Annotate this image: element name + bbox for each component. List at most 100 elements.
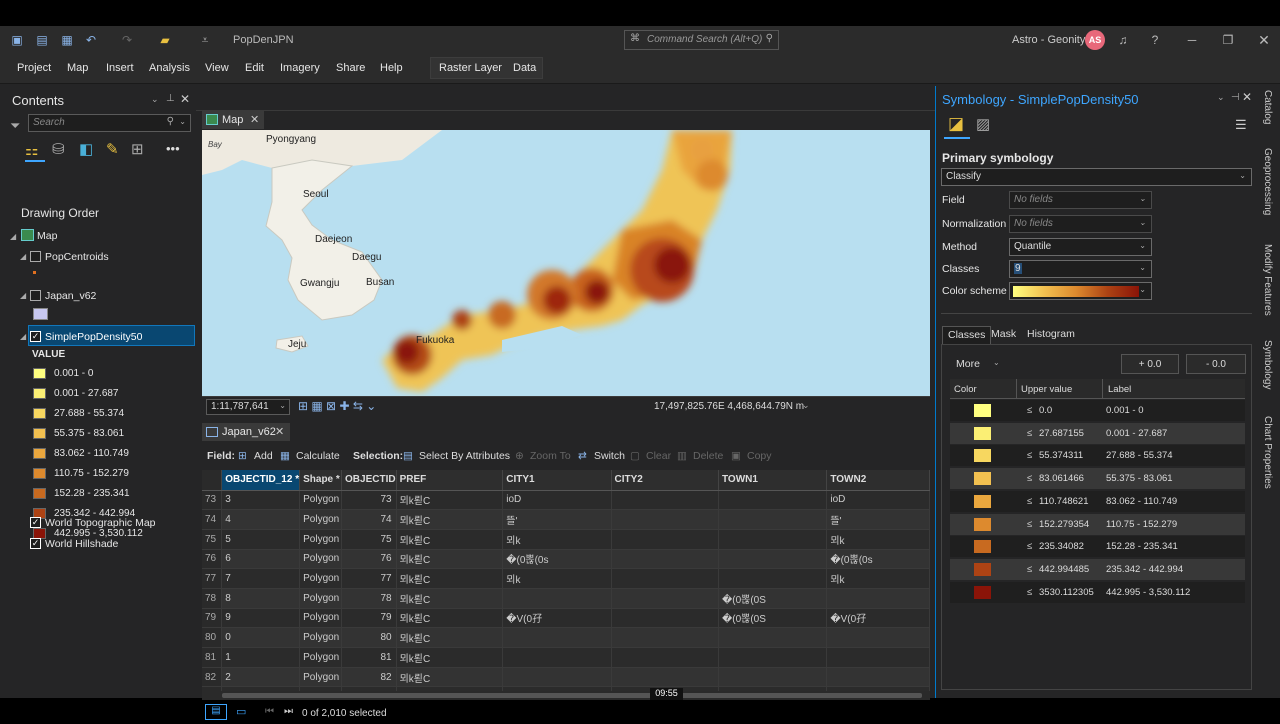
table-cell[interactable]: [718, 549, 828, 570]
undo-icon[interactable]: ↶: [84, 33, 98, 47]
class-label[interactable]: 442.995 - 3,530.112: [1106, 587, 1190, 598]
table-cell[interactable]: [611, 549, 719, 570]
scrollbar-thumb[interactable]: [222, 693, 922, 698]
class-color-swatch[interactable]: [974, 404, 991, 417]
table-cell[interactable]: 5: [221, 529, 301, 550]
table-cell[interactable]: 74: [341, 509, 397, 530]
table-cell[interactable]: Polygon: [299, 568, 343, 589]
row-number[interactable]: 77: [202, 568, 223, 589]
class-label[interactable]: 0.001 - 27.687: [1106, 428, 1167, 439]
table-cell[interactable]: 9: [221, 608, 301, 629]
table-cell[interactable]: 뫼k뢷C: [396, 490, 504, 511]
layer-visibility-checkbox[interactable]: ✓: [30, 331, 41, 342]
table-cell[interactable]: 1: [221, 647, 301, 668]
table-cell[interactable]: 6: [221, 549, 301, 570]
delete-button[interactable]: Delete: [693, 450, 723, 462]
table-cell[interactable]: 79: [341, 608, 397, 629]
symbology-tab[interactable]: Symbology: [1262, 340, 1273, 389]
table-cell[interactable]: Polygon: [299, 667, 343, 688]
chevron-down-icon[interactable]: ⌄: [179, 117, 186, 126]
table-cell[interactable]: [718, 529, 828, 550]
row-number[interactable]: 79: [202, 608, 223, 629]
map-canvas[interactable]: Pyongyang Seoul Daejeon Daegu Gwangju Bu…: [202, 130, 930, 396]
tab-insert[interactable]: Insert: [106, 62, 134, 74]
copy-button[interactable]: Copy: [747, 450, 772, 462]
last-record-icon[interactable]: ⏭: [284, 706, 293, 717]
new-project-icon[interactable]: ▣: [10, 33, 24, 47]
map-tools-icons[interactable]: ⊞ ▦ ⊠ ✚ ⇆ ⌄: [298, 399, 376, 413]
table-cell[interactable]: [718, 568, 828, 589]
chevron-down-icon[interactable]: ⌄: [802, 400, 810, 411]
open-project-icon[interactable]: ▤: [35, 33, 49, 47]
table-cell[interactable]: 80: [341, 627, 397, 648]
list-by-snapping-icon[interactable]: ⊞: [131, 140, 144, 158]
class-row[interactable]: ≤110.748621 83.062 - 110.749: [950, 490, 1245, 512]
subtract-value-button[interactable]: - 0.0: [1186, 354, 1246, 374]
minimize-icon[interactable]: ─: [1183, 31, 1201, 49]
table-cell[interactable]: 75: [341, 529, 397, 550]
switch-selection-button[interactable]: Switch: [594, 450, 625, 462]
clear-icon[interactable]: ▢: [630, 450, 640, 462]
legend-swatch[interactable]: [33, 388, 46, 399]
table-cell[interactable]: Polygon: [299, 588, 343, 609]
column-header[interactable]: CITY1: [502, 470, 612, 491]
class-upper-value[interactable]: 55.374311: [1039, 450, 1083, 461]
table-row[interactable]: 76 6 Polygon 76 뫼k뢷C �(0뽆(0s �(0뽆(0s: [202, 549, 930, 570]
tab-share[interactable]: Share: [336, 62, 365, 74]
layer-world-topographic[interactable]: World Topographic Map: [45, 517, 156, 529]
layer-visibility-checkbox[interactable]: [30, 251, 41, 262]
menu-icon[interactable]: ☰: [1235, 117, 1247, 133]
geoprocessing-tab[interactable]: Geoprocessing: [1262, 148, 1273, 215]
table-cell[interactable]: 73: [341, 490, 397, 511]
class-color-swatch[interactable]: [974, 472, 991, 486]
column-header[interactable]: TOWN1: [718, 470, 828, 491]
class-label[interactable]: 0.001 - 0: [1106, 405, 1144, 416]
tab-project[interactable]: Project: [17, 62, 51, 74]
table-cell[interactable]: Polygon: [299, 490, 343, 511]
table-row[interactable]: 73 3 Polygon 73 뫼k뢷C ioD ioD: [202, 490, 930, 511]
table-row[interactable]: 81 1 Polygon 81 뫼k뢷C: [202, 647, 930, 668]
table-cell[interactable]: 0: [221, 627, 301, 648]
tab-histogram[interactable]: Histogram: [1022, 326, 1080, 344]
collapse-icon[interactable]: ◢: [20, 332, 26, 341]
class-upper-value[interactable]: 3530.112305: [1039, 587, 1094, 598]
horizontal-scrollbar[interactable]: [202, 691, 930, 700]
table-cell[interactable]: 뜰': [502, 509, 612, 530]
column-header[interactable]: OBJECTID: [341, 470, 397, 491]
table-cell[interactable]: [718, 490, 828, 511]
customize-icon[interactable]: ⩡: [198, 33, 212, 47]
legend-swatch[interactable]: [33, 488, 46, 499]
layer-visibility-checkbox[interactable]: [30, 290, 41, 301]
auto-hide-icon[interactable]: ⊣: [1231, 92, 1240, 103]
class-label[interactable]: 55.375 - 83.061: [1106, 473, 1173, 484]
table-cell[interactable]: Polygon: [299, 529, 343, 550]
table-cell[interactable]: [826, 667, 930, 688]
search-icon[interactable]: ⚲: [766, 33, 773, 44]
row-number[interactable]: 75: [202, 529, 223, 550]
calculator-icon[interactable]: ▦: [280, 450, 290, 462]
class-upper-value[interactable]: 0.0: [1039, 405, 1052, 416]
layer-simplepopdensity[interactable]: SimplePopDensity50: [45, 331, 142, 343]
pane-options-icon[interactable]: ⌄: [1217, 92, 1225, 103]
chevron-down-icon[interactable]: ⌄: [993, 358, 1000, 367]
table-cell[interactable]: [611, 568, 719, 589]
table-cell[interactable]: 뫼k뢷C: [396, 568, 504, 589]
table-cell[interactable]: Polygon: [299, 647, 343, 668]
table-cell[interactable]: [611, 647, 719, 668]
row-number[interactable]: 73: [202, 490, 223, 511]
table-cell[interactable]: 8: [221, 588, 301, 609]
filter-icon[interactable]: ⏷: [10, 118, 20, 134]
close-tab-icon[interactable]: ✕: [250, 113, 259, 126]
tab-edit[interactable]: Edit: [245, 62, 264, 74]
collapse-icon[interactable]: ◢: [20, 252, 26, 261]
catalog-tab[interactable]: Catalog: [1262, 90, 1273, 124]
copy-icon[interactable]: ▣: [731, 450, 741, 462]
table-row[interactable]: 75 5 Polygon 75 뫼k뢷C 뫼k 뫼k: [202, 529, 930, 550]
table-cell[interactable]: [718, 509, 828, 530]
attribute-grid[interactable]: OBJECTID_12 * Shape * OBJECTID PREF CITY…: [202, 470, 930, 691]
show-selected-records-icon[interactable]: ▭: [236, 705, 246, 718]
tab-help[interactable]: Help: [380, 62, 403, 74]
table-row[interactable]: 78 8 Polygon 78 뫼k뢷C �(0뽆(0S: [202, 588, 930, 609]
avatar[interactable]: AS: [1085, 30, 1105, 50]
table-cell[interactable]: �V(0孖: [826, 608, 930, 629]
